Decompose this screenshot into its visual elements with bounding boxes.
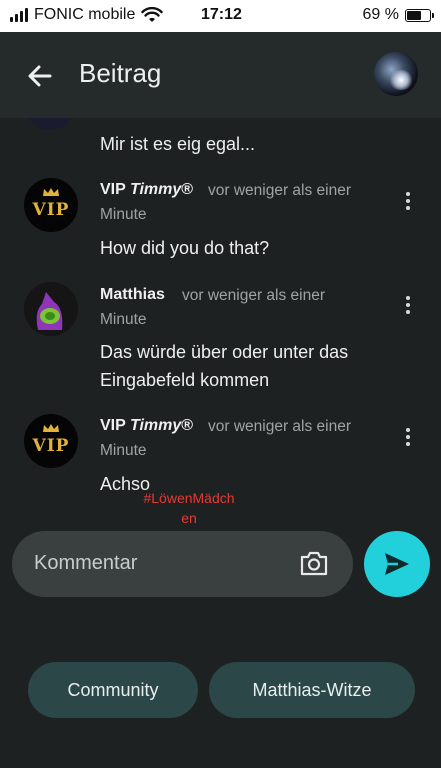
vip-avatar-text: VIP — [32, 436, 70, 456]
battery-icon — [405, 8, 434, 22]
comment-author[interactable]: VIP Timmy® — [100, 417, 193, 435]
send-button[interactable] — [364, 531, 430, 597]
hashtag-label: #LöwenMädch en — [133, 488, 245, 528]
carrier-label: FONIC mobile — [34, 6, 136, 23]
avatar — [24, 118, 76, 130]
status-bar: FONIC mobile 17:12 69 % — [0, 0, 441, 32]
comment-time: vor weniger als einer — [208, 418, 352, 435]
author-suffix: ® — [181, 417, 194, 434]
app-header: Beitrag — [0, 32, 441, 118]
wifi-icon — [141, 7, 164, 22]
comments-list[interactable]: Mir ist es eig egal... VIP VIP Timmy® vo… — [0, 118, 441, 520]
avatar-image-icon — [24, 282, 78, 336]
comment-time: vor weniger als einer — [208, 182, 352, 199]
send-icon — [385, 553, 409, 575]
author-prefix: VIP — [100, 181, 126, 198]
comment-text: Mir ist es eig egal... — [100, 134, 256, 154]
vip-avatar[interactable]: VIP — [24, 178, 78, 232]
comment-input-placeholder: Kommentar — [34, 552, 138, 574]
user-avatar[interactable] — [374, 52, 418, 96]
chip-community[interactable]: Community — [28, 662, 198, 718]
hashtag-line1: #LöwenMädch — [143, 490, 235, 506]
comment-author[interactable]: Matthias — [100, 286, 165, 304]
author-suffix: ® — [181, 181, 194, 198]
comment-time: vor weniger als einer — [182, 287, 326, 304]
vip-avatar-text: VIP — [32, 200, 70, 220]
comment-author[interactable]: VIP Timmy® — [100, 181, 193, 199]
crown-icon — [43, 188, 59, 196]
vip-avatar[interactable]: VIP — [24, 414, 78, 468]
comment-time-line2: Minute — [100, 311, 147, 328]
status-right: 69 % — [362, 6, 434, 24]
comment-text: How did you do that? — [100, 238, 270, 258]
crown-icon — [43, 424, 59, 432]
chip-matthias-witze[interactable]: Matthias-Witze — [209, 662, 415, 718]
camera-icon[interactable] — [299, 548, 329, 578]
more-options-icon[interactable] — [398, 189, 418, 213]
hashtag-line2: en — [181, 510, 197, 526]
battery-fill — [407, 10, 421, 20]
comment-time-line2: Minute — [100, 206, 147, 223]
status-time: 17:12 — [201, 6, 242, 23]
status-left: FONIC mobile — [10, 6, 164, 24]
author-prefix: VIP — [100, 417, 126, 434]
battery-percent: 69 % — [362, 6, 399, 23]
back-arrow-icon[interactable] — [24, 60, 56, 92]
page-title: Beitrag — [79, 58, 162, 88]
comment-input[interactable]: Kommentar — [12, 531, 353, 597]
signal-icon — [10, 8, 28, 22]
author-name: Timmy — [129, 417, 182, 434]
matthias-avatar[interactable] — [24, 282, 78, 336]
comment-text-line2: Eingabefeld kommen — [100, 370, 270, 390]
comment-time-line2: Minute — [100, 442, 147, 459]
author-name: Timmy — [129, 181, 182, 198]
more-options-icon[interactable] — [398, 425, 418, 449]
more-options-icon[interactable] — [398, 293, 418, 317]
comment-text-line1: Das würde über oder unter das — [100, 342, 349, 362]
